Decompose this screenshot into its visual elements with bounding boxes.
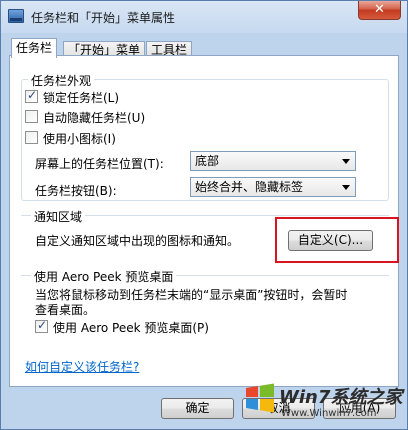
autohide-checkbox[interactable]: [25, 110, 38, 123]
close-button[interactable]: ✕: [358, 1, 401, 20]
title-bar[interactable]: 任务栏和「开始」菜单属性 ✕: [1, 1, 407, 31]
chevron-down-icon: [342, 159, 350, 164]
watermark-brand: Win7系统之家: [279, 387, 403, 408]
aero-peek-label: 使用 Aero Peek 预览桌面(P): [53, 321, 209, 335]
chevron-down-icon: [342, 185, 350, 190]
watermark: Win7系统之家 Www.Winwin7.com: [243, 381, 403, 425]
buttons-select[interactable]: 始终合并、隐藏标签: [190, 177, 356, 197]
buttons-select-value: 始终合并、隐藏标签: [195, 180, 304, 194]
small-icons-checkbox[interactable]: [25, 131, 38, 144]
autohide-label: 自动隐藏任务栏(U): [43, 111, 146, 125]
lock-taskbar-label: 锁定任务栏(L): [43, 91, 120, 105]
aero-peek-checkbox[interactable]: [35, 318, 48, 333]
ok-button[interactable]: 确定: [161, 398, 234, 419]
notification-description: 自定义通知区域中出现的图标和通知。: [35, 234, 240, 248]
properties-window: 任务栏和「开始」菜单属性 ✕ 任务栏 「开始」菜单 工具栏 任务栏外观 锁定任务…: [0, 0, 408, 430]
small-icons-label: 使用小图标(I): [43, 132, 116, 146]
position-select[interactable]: 底部: [190, 151, 356, 171]
taskbar-app-icon: [8, 9, 24, 23]
customize-taskbar-help-link[interactable]: 如何自定义该任务栏?: [25, 358, 139, 375]
watermark-site: Www.Winwin7.com: [281, 408, 377, 419]
windows-logo-icon: [246, 383, 274, 413]
tab-taskbar[interactable]: 任务栏: [11, 38, 58, 58]
buttons-label: 任务栏按钮(B):: [35, 184, 117, 198]
aero-peek-legend: 使用 Aero Peek 预览桌面: [31, 268, 177, 285]
lock-taskbar-checkbox[interactable]: [25, 88, 38, 103]
appearance-legend: 任务栏外观: [28, 72, 95, 89]
notification-legend: 通知区域: [31, 208, 86, 225]
position-select-value: 底部: [195, 154, 220, 168]
aero-peek-description-line2: 查看桌面。: [35, 303, 96, 317]
window-title: 任务栏和「开始」菜单属性: [31, 11, 176, 25]
position-label: 屏幕上的任务栏位置(T):: [35, 157, 164, 171]
highlight-box: [275, 217, 399, 263]
